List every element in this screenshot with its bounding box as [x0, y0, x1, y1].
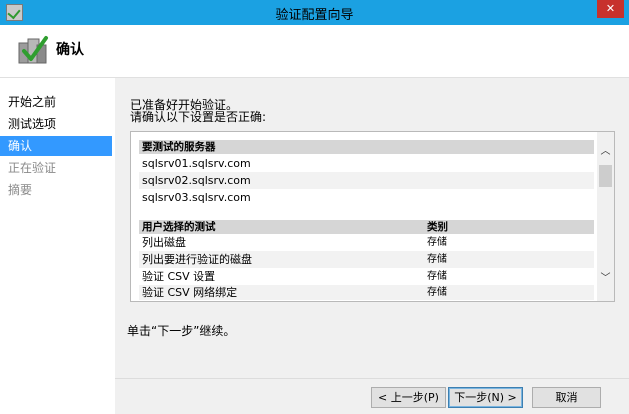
settings-list[interactable]: 要测试的服务器 sqlsrv01.sqlsrv.com sqlsrv02.sql…	[130, 131, 615, 302]
main-content: 已准备好开始验证。 请确认以下设置是否正确: 要测试的服务器 sqlsrv01.…	[115, 78, 629, 378]
sidebar-item-validating: 正在验证	[8, 161, 57, 175]
page-title: 确认	[56, 42, 84, 58]
next-button[interactable]: 下一步(N) >	[448, 387, 523, 408]
scroll-thumb[interactable]	[599, 165, 612, 187]
continue-instruction: 单击“下一步”继续。	[127, 324, 236, 338]
vertical-scrollbar[interactable]: ︿ ﹀	[597, 132, 614, 301]
test-category: 存储	[427, 237, 447, 248]
server-row: sqlsrv02.sqlsrv.com	[139, 172, 594, 189]
test-name: 验证 CSV 网络绑定	[142, 286, 238, 299]
footer-button-bar: < 上一步(P) 下一步(N) > 取消	[115, 378, 629, 414]
test-name: 列出要进行验证的磁盘	[142, 253, 252, 266]
test-row: 列出要进行验证的磁盘 存储	[139, 251, 594, 268]
test-name: 列出磁盘	[142, 236, 186, 249]
sidebar-item-summary: 摘要	[8, 183, 33, 197]
page-header: 确认	[0, 25, 629, 78]
title-bar[interactable]: 验证配置向导 ✕	[0, 0, 629, 25]
server-row: sqlsrv03.sqlsrv.com	[142, 191, 251, 204]
servers-header-label: 要测试的服务器	[142, 141, 216, 153]
tests-header-label: 用户选择的测试	[142, 221, 216, 233]
scroll-up-icon[interactable]: ︿	[597, 145, 614, 159]
sidebar-item-confirmation[interactable]: 确认	[0, 136, 112, 156]
scroll-down-icon[interactable]: ﹀	[597, 272, 614, 286]
test-row: 验证 CSV 设置 存储	[139, 268, 594, 285]
window-title: 验证配置向导	[275, 8, 354, 23]
tests-section-header: 用户选择的测试 类别	[139, 220, 594, 234]
test-category: 存储	[427, 271, 447, 282]
wizard-steps-sidebar: 开始之前 测试选项 确认 正在验证 摘要	[0, 78, 114, 413]
sidebar-item-testing-options[interactable]: 测试选项	[0, 114, 112, 134]
test-category: 存储	[427, 254, 447, 265]
confirm-settings-text: 请确认以下设置是否正确:	[130, 110, 267, 124]
wizard-window: 验证配置向导 ✕ 确认 开始之前 测试选项 确认 正在验证 摘要 已准备好开始验…	[0, 0, 629, 414]
validation-checkmark-icon	[18, 36, 48, 64]
test-category: 存储	[427, 287, 447, 298]
category-header-label: 类别	[427, 221, 448, 233]
test-row: 列出磁盘 存储	[139, 234, 594, 251]
close-button[interactable]: ✕	[597, 0, 624, 18]
server-row: sqlsrv01.sqlsrv.com	[142, 157, 251, 170]
test-name: 验证 CSV 设置	[142, 270, 216, 283]
sidebar-item-before-you-begin[interactable]: 开始之前	[0, 92, 112, 112]
test-row: 验证 CSV 网络绑定 存储	[139, 285, 594, 300]
previous-button[interactable]: < 上一步(P)	[371, 387, 446, 408]
cancel-button[interactable]: 取消	[532, 387, 601, 408]
servers-section-header: 要测试的服务器	[139, 140, 594, 154]
